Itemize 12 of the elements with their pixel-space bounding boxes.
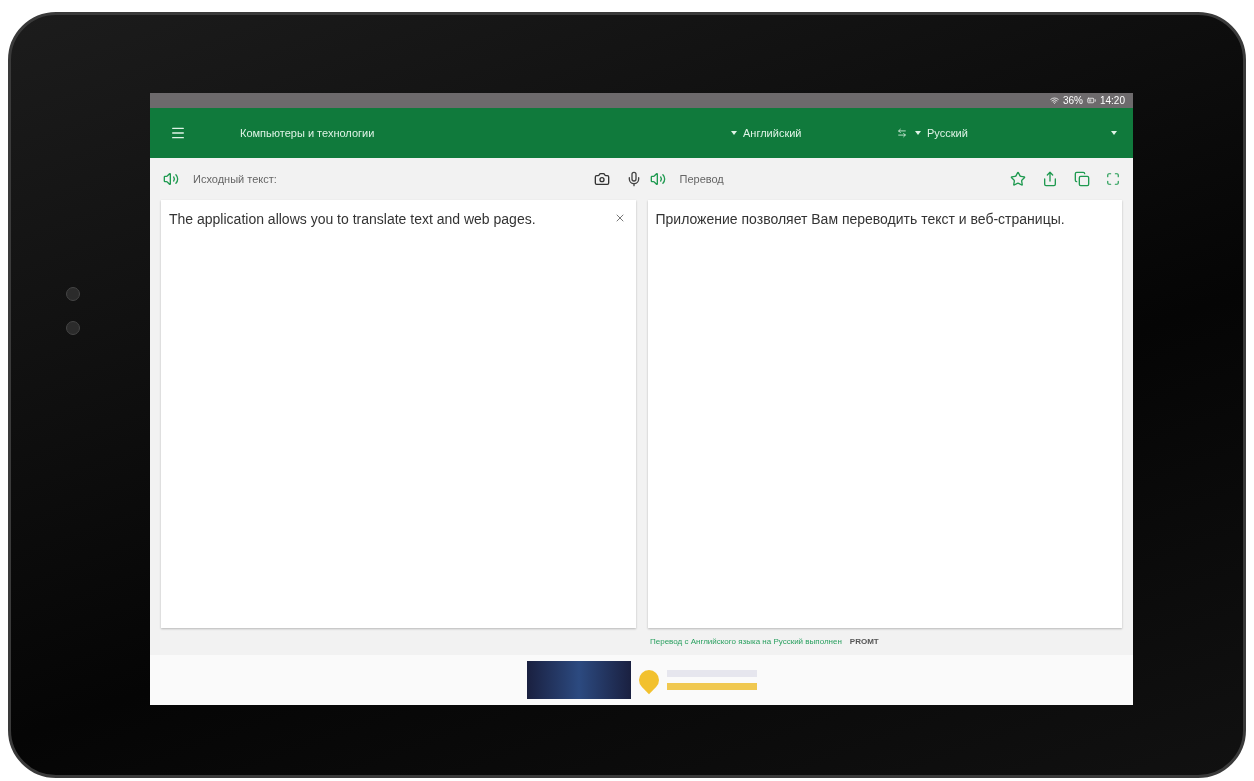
translation-label: Перевод: [679, 173, 724, 185]
source-text-field[interactable]: The application allows you to translate text and web pages.: [161, 200, 636, 628]
translation-text: Приложение позволяет Вам переводить текст и веб-страницы.: [655, 210, 1066, 229]
source-label: Исходный текст:: [193, 173, 277, 185]
clock: 14:20: [1099, 95, 1125, 106]
topic-title: Компьютеры и технологии: [240, 127, 376, 139]
battery-level: 36%: [1062, 95, 1083, 106]
credit-text: Перевод с Английского языка на Русский выполнен: [650, 637, 842, 646]
source-language-dropdown[interactable]: Английский: [725, 126, 895, 140]
brand-logo: PROMT: [849, 637, 879, 646]
source-text: The application allows you to translate text and web pages.: [169, 210, 537, 229]
target-language-dropdown[interactable]: Русский: [909, 126, 1109, 140]
